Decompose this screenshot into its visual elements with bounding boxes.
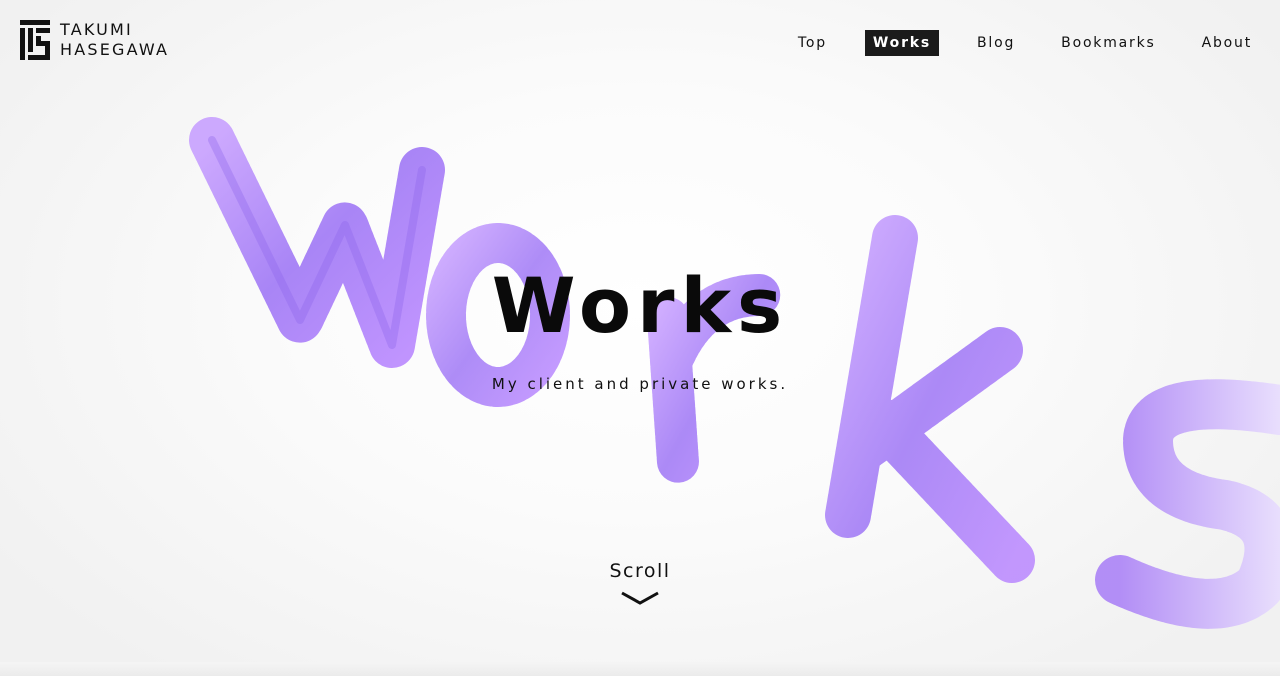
logo-line1: TAKUMI [60,20,133,39]
scroll-label: Scroll [609,560,671,582]
page-title: Works [491,261,789,350]
nav-item-top[interactable]: Top [790,30,835,56]
chevron-down-icon [621,591,659,605]
page-subtitle: My client and private works. [491,375,789,393]
nav-item-works[interactable]: Works [864,30,940,56]
nav-item-blog[interactable]: Blog [969,30,1023,56]
art-letter-s [1095,379,1280,629]
logo-line2: HASEGAWA [60,40,170,59]
logo-text: TAKUMI HASEGAWA [60,20,169,60]
site-logo[interactable]: TAKUMI HASEGAWA [20,20,169,60]
nav-item-about[interactable]: About [1194,30,1260,56]
section-divider [0,662,1280,676]
th-monogram-icon [20,20,50,60]
global-nav: Top Works Blog Bookmarks About [760,30,1260,56]
nav-item-bookmarks[interactable]: Bookmarks [1053,30,1163,56]
scroll-button[interactable]: Scroll [590,560,690,606]
